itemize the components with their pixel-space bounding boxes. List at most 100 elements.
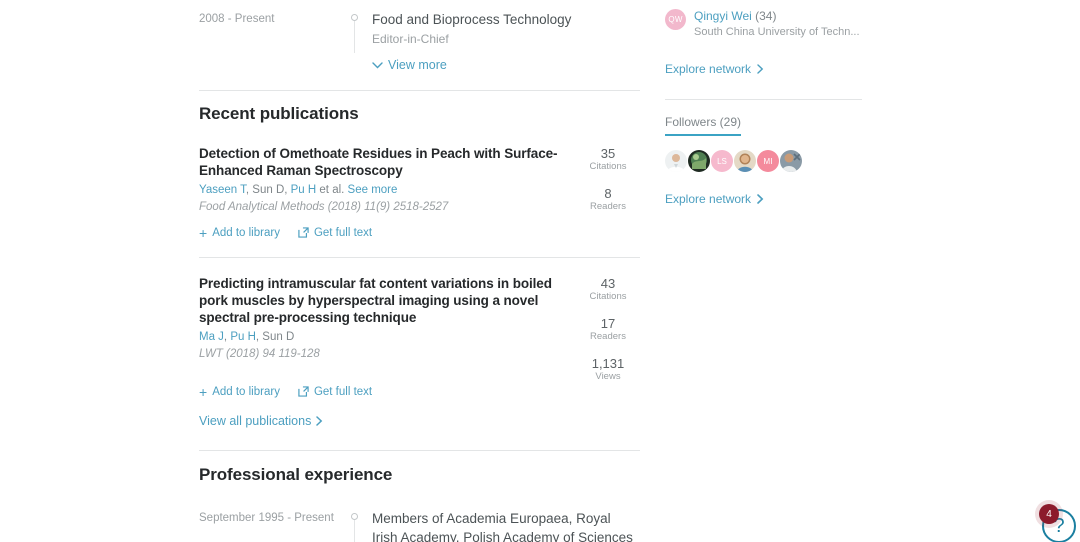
stat-readers: 17 Readers	[576, 316, 640, 343]
coauthor-affiliation: South China University of Techn...	[694, 26, 860, 38]
followers-section: Followers (29) LS MI Explore network	[665, 100, 865, 208]
get-full-text-button[interactable]: Get full text	[298, 386, 372, 398]
timeline-axis	[351, 10, 363, 53]
external-link-icon	[298, 386, 309, 397]
see-more-link[interactable]: See more	[348, 184, 398, 196]
editorial-date: 2008 - Present	[199, 13, 275, 25]
chevron-right-icon	[757, 64, 764, 74]
coauthor-name-label: Qingyi Wei	[694, 9, 752, 23]
explore-network-bottom-label: Explore network	[665, 192, 752, 206]
author-plain: et al.	[316, 183, 348, 196]
stat-value: 8	[604, 185, 612, 201]
stat-citations: 43 Citations	[576, 276, 640, 303]
publication-item: Detection of Omethoate Residues in Peach…	[199, 145, 640, 241]
explore-network-bottom-link[interactable]: Explore network	[665, 192, 764, 206]
publication-item: Predicting intramuscular fat content var…	[199, 275, 640, 400]
tab-active-underline	[665, 134, 742, 136]
timeline-dot-icon	[351, 14, 358, 21]
publication-title[interactable]: Detection of Omethoate Residues in Peach…	[199, 145, 564, 179]
publication-divider	[199, 256, 640, 258]
stat-value: 17	[600, 315, 616, 331]
publication-stats: 43 Citations 17 Readers 1,131 Views	[576, 275, 640, 398]
publication-source: Food Analytical Methods (2018) 11(9) 251…	[199, 200, 449, 213]
stat-value: 1,131	[591, 355, 625, 371]
stat-citations: 35 Citations	[576, 146, 640, 173]
tab-followers[interactable]: Followers (29)	[665, 114, 742, 136]
view-all-publications-link[interactable]: View all publications	[199, 414, 323, 428]
author-link[interactable]: Yaseen T	[199, 184, 246, 196]
person-photo-icon	[734, 150, 756, 172]
editorial-entry: 2008 - Present Food and Bioprocess Techn…	[199, 0, 640, 74]
page-title-recent-publications: Recent publications	[199, 103, 359, 123]
publication-actions: + Add to library Get full text	[199, 383, 564, 400]
timeline-line	[354, 21, 355, 53]
person-photo-icon	[665, 150, 687, 172]
get-full-text-label: Get full text	[313, 385, 373, 398]
experience-date: September 1995 - Present	[199, 511, 334, 524]
view-more-label: View more	[388, 58, 447, 72]
editorial-title: Food and Bioprocess Technology	[372, 12, 572, 27]
author-plain: , Sun D	[255, 330, 295, 343]
plus-icon: +	[199, 383, 208, 400]
person-photo-icon	[780, 150, 802, 172]
experience-title: Members of Academia Europaea, Royal Iris…	[372, 510, 633, 542]
follower-avatar-3[interactable]: LS	[711, 150, 733, 172]
experience-entry: September 1995 - Present Members of Acad…	[199, 509, 640, 542]
add-to-library-label: Add to library	[212, 385, 280, 398]
stat-value: 43	[600, 275, 616, 291]
page-title-professional-experience: Professional experience	[199, 464, 393, 484]
publication-title[interactable]: Predicting intramuscular fat content var…	[199, 275, 564, 326]
timeline-axis	[351, 509, 363, 542]
chevron-right-icon	[757, 194, 764, 204]
help-widget: ? 4	[1035, 500, 1078, 542]
follower-avatar-5[interactable]: MI	[757, 150, 779, 172]
publication-stats: 35 Citations 8 Readers	[576, 145, 640, 239]
publication-actions: + Add to library Get full text	[199, 224, 564, 241]
follower-avatar-4[interactable]	[734, 150, 756, 172]
view-all-publications-label: View all publications	[199, 413, 312, 428]
stat-label: Citations	[589, 290, 627, 302]
coauthor-name[interactable]: Qingyi Wei (34)	[694, 9, 860, 24]
notification-count: 4	[1046, 508, 1052, 520]
follower-avatar-6[interactable]	[780, 150, 802, 172]
stat-label: Views	[595, 370, 621, 382]
timeline-dot-icon	[351, 512, 358, 520]
follower-avatar-1[interactable]	[665, 150, 687, 172]
add-to-library-label: Add to library	[212, 226, 280, 239]
author-link[interactable]: Ma J	[199, 331, 224, 343]
sidebar-column: QW Qingyi Wei (34) South China Universit…	[665, 0, 865, 208]
chevron-right-icon	[316, 415, 323, 426]
view-more-button[interactable]: View more	[372, 58, 447, 72]
avatar-initials: QW	[668, 15, 683, 24]
add-to-library-button[interactable]: + Add to library	[199, 224, 280, 241]
plus-icon: +	[199, 224, 208, 241]
avatar-initials: MI	[763, 156, 773, 166]
stat-label: Readers	[590, 200, 626, 212]
tab-followers-label: Followers (29)	[665, 115, 742, 129]
publication-authors: Ma J, Pu H, Sun D	[199, 330, 564, 345]
professional-experience-section: Professional experience September 1995 -…	[199, 451, 640, 542]
external-link-icon	[298, 227, 309, 238]
publication-source: LWT (2018) 94 119-128	[199, 347, 320, 360]
stat-value: 35	[600, 145, 616, 161]
get-full-text-label: Get full text	[313, 226, 373, 239]
profile-page: 2008 - Present Food and Bioprocess Techn…	[0, 0, 1080, 542]
author-link[interactable]: Pu H	[230, 331, 256, 343]
explore-network-top-link[interactable]: Explore network	[665, 62, 764, 76]
stat-label: Citations	[589, 160, 627, 172]
add-to-library-button[interactable]: + Add to library	[199, 383, 280, 400]
person-photo-icon	[688, 150, 710, 172]
publication-authors: Yaseen T, Sun D, Pu H et al. See more	[199, 183, 564, 198]
stat-readers: 8 Readers	[576, 186, 640, 213]
coauthor-count: (34)	[755, 9, 777, 23]
follower-avatar-2[interactable]	[688, 150, 710, 172]
editorial-role: Editor-in-Chief	[372, 32, 449, 46]
author-link[interactable]: Pu H	[291, 184, 317, 196]
explore-network-top-label: Explore network	[665, 62, 752, 76]
get-full-text-button[interactable]: Get full text	[298, 227, 372, 239]
recent-publications-section: Recent publications Detection of Omethoa…	[199, 91, 640, 430]
timeline-line	[354, 519, 355, 542]
avatar: QW	[665, 9, 686, 30]
coauthor-item[interactable]: QW Qingyi Wei (34) South China Universit…	[665, 0, 865, 40]
notification-badge[interactable]: 4	[1039, 504, 1059, 524]
